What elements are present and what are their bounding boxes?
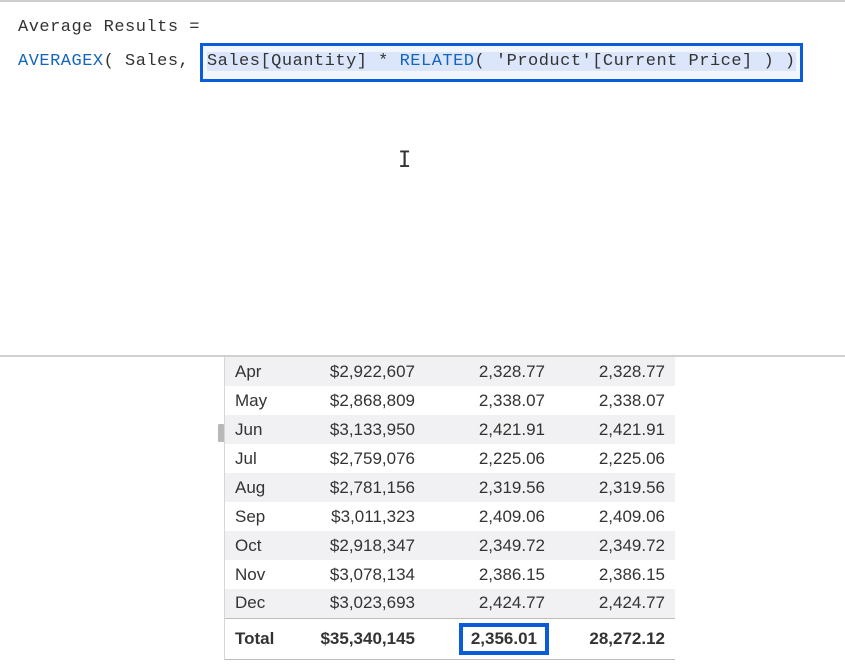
cell-avg2: 2,421.91 <box>555 415 675 444</box>
cell-avg1: 2,338.07 <box>425 386 555 415</box>
cell-amount: $2,922,607 <box>297 357 425 386</box>
cell-amount: $2,781,156 <box>297 473 425 502</box>
cell-month: Dec <box>225 589 297 618</box>
cell-avg1: 2,409.06 <box>425 502 555 531</box>
total-amount: $35,340,145 <box>297 618 425 659</box>
cell-amount: $3,011,323 <box>297 502 425 531</box>
table-row[interactable]: Jun$3,133,9502,421.912,421.91 <box>225 415 675 444</box>
cell-month: Sep <box>225 502 297 531</box>
cell-avg1: 2,328.77 <box>425 357 555 386</box>
cell-avg2: 2,338.07 <box>555 386 675 415</box>
formula-bar[interactable]: Average Results = AVERAGEX( Sales, Sales… <box>0 0 845 355</box>
cell-month: Nov <box>225 560 297 589</box>
cell-month: Aug <box>225 473 297 502</box>
table-row[interactable]: Dec$3,023,6932,424.772,424.77 <box>225 589 675 618</box>
table-row[interactable]: Nov$3,078,1342,386.152,386.15 <box>225 560 675 589</box>
total-label: Total <box>225 618 297 659</box>
fn-related: RELATED <box>400 52 475 71</box>
text-cursor-icon: I <box>398 142 411 179</box>
cell-avg1: 2,225.06 <box>425 444 555 473</box>
total-avg2: 28,272.12 <box>555 618 675 659</box>
results-table: Apr$2,922,6072,328.772,328.77May$2,868,8… <box>224 357 675 660</box>
table-row[interactable]: Apr$2,922,6072,328.772,328.77 <box>225 357 675 386</box>
table-row[interactable]: Jul$2,759,0762,225.062,225.06 <box>225 444 675 473</box>
formula-line-2: AVERAGEX( Sales, Sales[Quantity] * RELAT… <box>18 43 827 82</box>
cell-avg2: 2,409.06 <box>555 502 675 531</box>
cell-month: May <box>225 386 297 415</box>
cell-avg1: 2,319.56 <box>425 473 555 502</box>
cell-avg2: 2,386.15 <box>555 560 675 589</box>
cell-month: Apr <box>225 357 297 386</box>
cell-amount: $2,918,347 <box>297 531 425 560</box>
cell-amount: $2,868,809 <box>297 386 425 415</box>
cell-month: Jul <box>225 444 297 473</box>
cell-avg1: 2,424.77 <box>425 589 555 618</box>
measure-name: Average Results <box>18 18 179 37</box>
highlighted-total-value: 2,356.01 <box>459 623 549 655</box>
cell-amount: $3,078,134 <box>297 560 425 589</box>
cell-month: Jun <box>225 415 297 444</box>
cell-month: Oct <box>225 531 297 560</box>
selection-segment-2: ( 'Product'[Current Price] ) ) <box>475 52 796 71</box>
table-row[interactable]: Oct$2,918,3472,349.722,349.72 <box>225 531 675 560</box>
cell-avg2: 2,225.06 <box>555 444 675 473</box>
cell-avg2: 2,328.77 <box>555 357 675 386</box>
equals-sign: = <box>179 18 200 37</box>
cell-amount: $3,023,693 <box>297 589 425 618</box>
cell-avg2: 2,424.77 <box>555 589 675 618</box>
table-row[interactable]: Aug$2,781,1562,319.562,319.56 <box>225 473 675 502</box>
fn-averagex: AVERAGEX <box>18 52 104 71</box>
cell-avg2: 2,349.72 <box>555 531 675 560</box>
cell-amount: $3,133,950 <box>297 415 425 444</box>
formula-selection-highlight: Sales[Quantity] * RELATED( 'Product'[Cur… <box>200 43 803 82</box>
fn-args-open: ( Sales, <box>104 52 200 71</box>
total-avg1-cell: 2,356.01 <box>425 618 555 659</box>
table-row[interactable]: Sep$3,011,3232,409.062,409.06 <box>225 502 675 531</box>
table-total-row: Total $35,340,145 2,356.01 28,272.12 <box>225 618 675 659</box>
cell-amount: $2,759,076 <box>297 444 425 473</box>
cell-avg1: 2,421.91 <box>425 415 555 444</box>
selection-segment-1: Sales[Quantity] * <box>207 52 400 71</box>
table-row[interactable]: May$2,868,8092,338.072,338.07 <box>225 386 675 415</box>
cell-avg1: 2,349.72 <box>425 531 555 560</box>
cell-avg2: 2,319.56 <box>555 473 675 502</box>
formula-line-1: Average Results = <box>18 14 827 43</box>
cell-avg1: 2,386.15 <box>425 560 555 589</box>
